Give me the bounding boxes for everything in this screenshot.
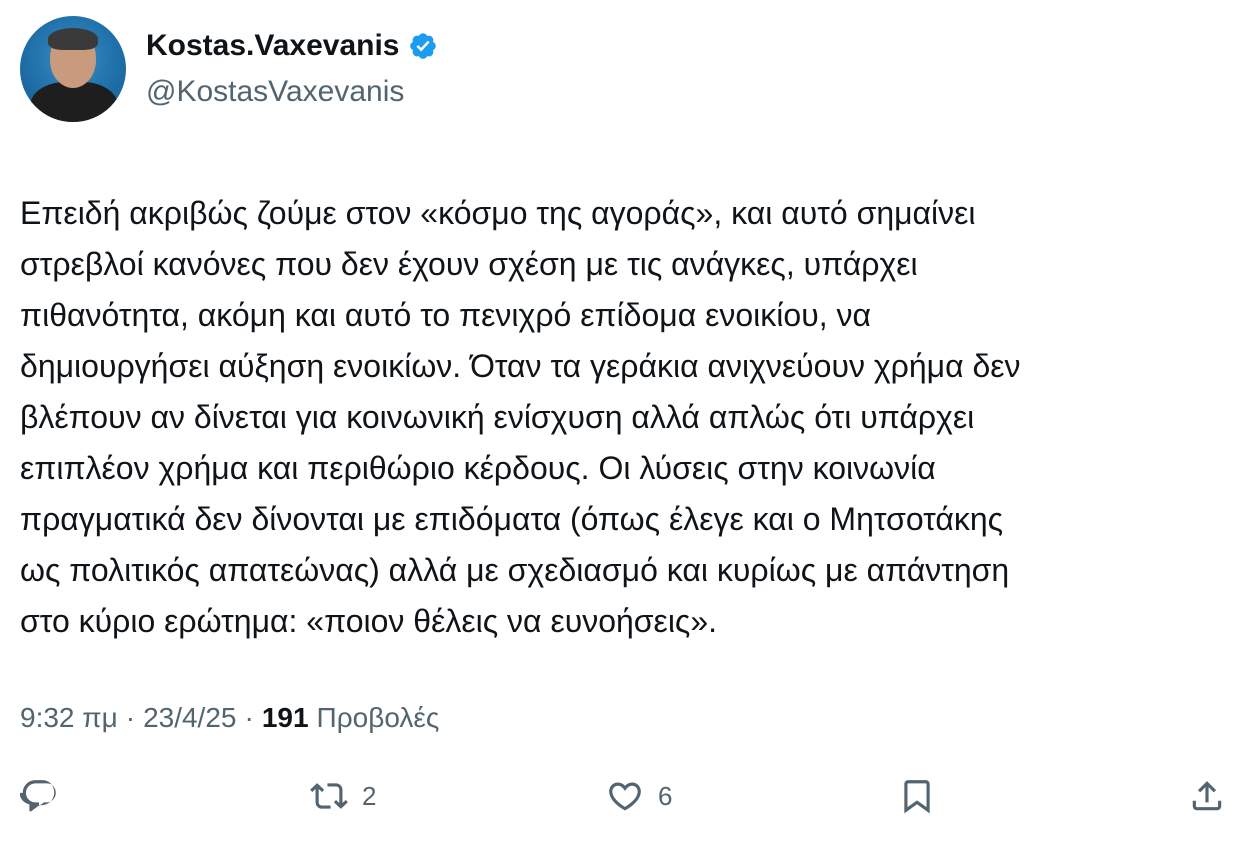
bookmark-button[interactable] [898,772,936,820]
tweet-meta: 9:32 πμ · 23/4/25 · 191 Προβολές [20,700,439,736]
avatar[interactable] [20,16,126,122]
meta-separator: · [125,702,136,733]
share-icon [1192,781,1222,811]
tweet-text-line: επιπλέον χρήμα και περιθώριο κέρδους. Οι… [20,450,936,486]
tweet-text-line: δημιουργήσει αύξηση ενοικίων. Όταν τα γε… [20,348,1021,384]
tweet-text-line: πιθανότητα, ακόμη και αυτό το πενιχρό επ… [20,297,871,333]
retweet-icon [310,783,348,809]
tweet-card: Kostas.Vaxevanis @KostasVaxevanis Επειδή… [0,0,1240,851]
user-handle[interactable]: @KostasVaxevanis [146,73,438,111]
tweet-actions: 2 6 [20,772,1222,820]
tweet-time[interactable]: 9:32 πμ [20,700,118,736]
heart-icon [609,782,641,811]
tweet-text-line: στο κύριο ερώτημα: «ποιον θέλεις να ευνο… [20,603,718,639]
reply-icon [20,780,56,812]
share-button[interactable] [1188,772,1226,820]
like-button[interactable]: 6 [606,772,672,820]
tweet-date[interactable]: 23/4/25 [143,700,236,736]
name-row: Kostas.Vaxevanis [146,27,438,65]
tweet-text-line: ως πολιτικός απατεώνας) αλλά με σχεδιασμ… [20,552,1010,588]
retweet-count: 2 [362,780,377,811]
tweet-text-line: βλέπουν αν δίνεται για κοινωνική ενίσχυσ… [20,399,975,435]
like-count: 6 [658,780,673,811]
meta-separator: · [244,702,254,733]
tweet-text-line: στρεβλοί κανόνες που δεν έχουν σχέση με … [20,246,918,282]
retweet-button[interactable]: 2 [310,772,376,820]
user-info: Kostas.Vaxevanis @KostasVaxevanis [146,27,438,111]
tweet-header: Kostas.Vaxevanis @KostasVaxevanis [20,16,438,122]
tweet-text: Επειδή ακριβώς ζούμε στον «κόσμο της αγο… [20,188,1220,647]
bookmark-icon [904,780,930,814]
views-count: 191 [261,702,309,733]
display-name[interactable]: Kostas.Vaxevanis [146,27,400,65]
tweet-text-line: Επειδή ακριβώς ζούμε στον «κόσμο της αγο… [20,195,976,231]
verified-badge-icon [409,33,436,59]
views-label: Προβολές [316,702,440,733]
reply-button[interactable] [20,772,58,820]
tweet-text-line: πραγματικά δεν δίνονται με επιδόματα (όπ… [20,501,1004,537]
